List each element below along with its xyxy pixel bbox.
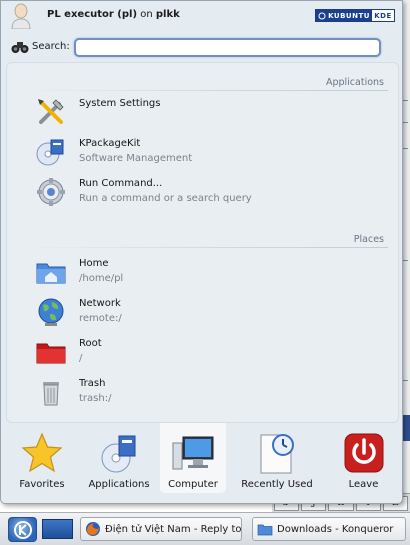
power-icon: [344, 433, 383, 473]
menu-item-root[interactable]: Root /: [35, 336, 375, 368]
menu-content: Applications System Settings KPackageKit…: [6, 62, 399, 423]
kde-gear-icon: [14, 521, 32, 539]
desktop-pager[interactable]: [42, 519, 73, 539]
menu-item-home[interactable]: Home /home/pl: [35, 256, 375, 288]
package-icon: [36, 139, 64, 166]
user-name: PL executor (pl) on plkk: [47, 9, 180, 20]
task-firefox[interactable]: Điện tử Việt Nam - Reply to: [80, 517, 242, 541]
task-label: Điện tử Việt Nam - Reply to: [105, 523, 242, 535]
menu-item-title: System Settings: [79, 98, 161, 109]
tab-label: Applications: [88, 479, 150, 490]
menu-item-subtitle: Run a command or a search query: [79, 193, 252, 204]
search-label: Search:: [32, 41, 70, 52]
tab-computer[interactable]: Computer: [160, 423, 226, 493]
tab-recently-used[interactable]: Recently Used: [226, 423, 328, 493]
host-prefix: on: [140, 9, 153, 20]
task-konqueror[interactable]: Downloads - Konqueror: [252, 517, 406, 541]
taskbar: Điện tử Việt Nam - Reply to Downloads - …: [0, 512, 410, 545]
section-heading-applications: Applications: [325, 77, 384, 88]
tab-label: Favorites: [19, 479, 65, 490]
tab-label: Recently Used: [241, 479, 313, 490]
section-heading-places: Places: [353, 234, 384, 245]
menu-item-title: Network: [79, 298, 121, 309]
tab-applications[interactable]: Applications: [78, 423, 160, 493]
firefox-icon: [86, 522, 100, 536]
menu-item-run-command[interactable]: Run Command... Run a command or a search…: [35, 176, 375, 208]
menu-item-subtitle: /home/pl: [79, 273, 124, 284]
menu-item-trash[interactable]: Trash trash:/: [35, 376, 375, 408]
menu-item-system-settings[interactable]: System Settings: [35, 96, 375, 128]
user-header: PL executor (pl) on plkk KUBUNTU KDE: [1, 1, 402, 31]
red-folder-icon: [36, 343, 66, 364]
menu-item-title: Root: [79, 338, 102, 349]
menu-item-title: KPackageKit: [79, 138, 141, 149]
section-divider: [17, 247, 388, 248]
cd-package-icon: [101, 435, 136, 473]
menu-item-subtitle: trash:/: [79, 393, 112, 404]
menu-item-network[interactable]: Network remote:/: [35, 296, 375, 328]
kubuntu-logo-icon: [318, 12, 326, 19]
clock-document-icon: [260, 434, 294, 474]
tab-favorites[interactable]: Favorites: [6, 423, 78, 493]
menu-item-title: Trash: [79, 378, 106, 389]
tab-leave[interactable]: Leave: [328, 423, 399, 493]
globe-icon: [38, 298, 64, 326]
section-divider: [17, 90, 388, 91]
settings-tools-icon: [38, 99, 64, 124]
task-label: Downloads - Konqueror: [277, 523, 394, 535]
menu-item-title: Run Command...: [79, 178, 163, 189]
menu-item-subtitle: Software Management: [79, 153, 193, 164]
user-avatar-icon: [11, 3, 31, 29]
menu-item-kpackagekit[interactable]: KPackageKit Software Management: [35, 136, 375, 168]
logo-text-left: KUBUNTU: [328, 11, 370, 20]
binoculars-icon: [11, 42, 29, 53]
tab-label: Computer: [168, 479, 218, 490]
host-name: plkk: [155, 9, 180, 20]
home-folder-icon: [36, 263, 66, 284]
menu-item-subtitle: remote:/: [79, 313, 122, 324]
user-full-name: PL executor (pl): [47, 9, 138, 20]
trash-icon: [43, 382, 59, 406]
kickoff-menu: PL executor (pl) on plkk KUBUNTU KDE Sea…: [0, 0, 403, 504]
menu-item-title: Home: [79, 258, 109, 269]
menu-item-subtitle: /: [79, 353, 83, 364]
tab-label: Leave: [348, 479, 379, 490]
computer-icon: [172, 436, 214, 470]
folder-icon: [257, 524, 273, 536]
star-icon: [21, 432, 63, 473]
search-input[interactable]: [74, 38, 381, 57]
gear-icon: [37, 178, 65, 206]
search-row: Search:: [1, 35, 402, 59]
logo-text-right: KDE: [372, 10, 394, 21]
kubuntu-logo: KUBUNTU KDE: [315, 9, 395, 22]
tab-bar: Favorites Applications Computer Recently…: [6, 423, 399, 493]
kickoff-launcher-button[interactable]: [8, 517, 37, 542]
